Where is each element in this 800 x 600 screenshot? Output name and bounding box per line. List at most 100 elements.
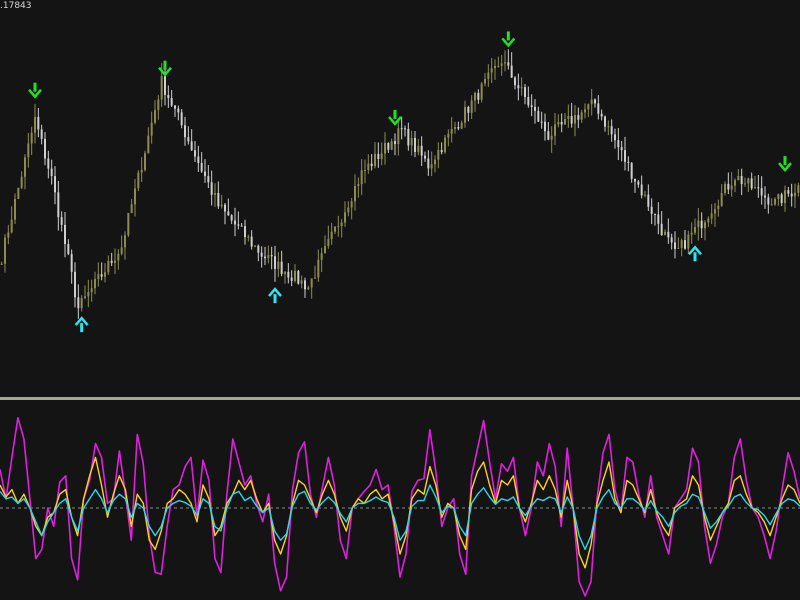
price-chart[interactable]: [0, 0, 800, 600]
price-bar-body: [7, 232, 10, 238]
price-bar-body: [227, 211, 230, 216]
price-bar-body: [74, 271, 76, 298]
price-bar-body: [617, 140, 620, 148]
price-bar-body: [270, 255, 273, 257]
price-bar-body: [50, 168, 53, 176]
price-bar-body: [467, 106, 470, 113]
price-bar-body: [724, 183, 726, 194]
price-bar-body: [657, 214, 660, 224]
price-bar-body: [647, 194, 650, 207]
price-bar-body: [260, 252, 263, 257]
price-bar-body: [474, 92, 476, 101]
price-bar-body: [20, 176, 23, 188]
price-bar-body: [547, 131, 550, 140]
price-bar-body: [667, 231, 670, 238]
price-bar-body: [230, 215, 233, 221]
price-bar-body: [487, 72, 490, 80]
price-bar-body: [694, 227, 696, 233]
price-bar-body: [310, 278, 313, 288]
price-bar-body: [297, 270, 300, 284]
price-bar-body: [627, 161, 630, 163]
price-bar-body: [570, 116, 573, 124]
price-bar-body: [790, 193, 793, 197]
price-bar-body: [190, 141, 193, 151]
price-bar-body: [554, 124, 556, 136]
price-bar-body: [540, 121, 543, 123]
price-bar-body: [330, 231, 333, 240]
price-bar-body: [47, 158, 50, 169]
price-bar-body: [500, 63, 503, 66]
price-bar-body: [404, 128, 406, 130]
price-bar-body: [600, 113, 603, 117]
price-bar-body: [354, 185, 356, 202]
price-bar-body: [564, 119, 566, 125]
price-bar-body: [580, 112, 583, 120]
price-bar-body: [154, 110, 156, 123]
price-bar-body: [490, 68, 493, 73]
price-bar-body: [134, 188, 136, 205]
price-bar-body: [244, 226, 246, 238]
price-bar-body: [140, 169, 143, 173]
price-bar-body: [357, 184, 360, 186]
price-bar-body: [64, 224, 66, 245]
price-bar-body: [180, 112, 183, 126]
price-bar-body: [750, 178, 753, 189]
price-bar-body: [524, 87, 526, 98]
price-bar-body: [0, 263, 3, 265]
price-bar-body: [534, 106, 536, 111]
price-bar-body: [234, 220, 236, 225]
price-bar-body: [370, 163, 373, 167]
price-bar-body: [224, 204, 226, 212]
price-bar-body: [117, 253, 120, 261]
price-bar-body: [507, 62, 510, 66]
price-bar-body: [424, 155, 426, 159]
price-bar-body: [147, 135, 150, 154]
price-bar-body: [57, 192, 60, 218]
price-bar-body: [680, 240, 683, 248]
price-bar-body: [784, 190, 786, 204]
price-bar-body: [777, 194, 780, 199]
price-bar-body: [110, 260, 113, 263]
price-bar-body: [537, 110, 540, 122]
price-bar-body: [670, 237, 673, 243]
price-bar-body: [527, 97, 530, 106]
price-bar-body: [247, 236, 250, 238]
price-bar-body: [414, 137, 416, 152]
price-bar-body: [204, 171, 206, 177]
price-bar-body: [60, 217, 63, 225]
price-bar-body: [734, 180, 736, 186]
price-bar-body: [360, 170, 363, 185]
price-bar-body: [100, 274, 103, 277]
price-bar-body: [257, 245, 260, 253]
price-bar-body: [267, 255, 270, 259]
price-bar-body: [44, 138, 46, 159]
price-bar-body: [187, 137, 190, 142]
price-bar-body: [450, 128, 453, 134]
price-bar-body: [504, 62, 506, 64]
price-bar-body: [240, 225, 243, 227]
price-bar-body: [337, 226, 340, 228]
price-bar-body: [207, 176, 210, 183]
price-bar-body: [710, 213, 713, 219]
price-bar-body: [574, 115, 576, 124]
price-bar-body: [250, 236, 253, 247]
price-bar-body: [660, 223, 663, 235]
price-bar-body: [367, 163, 370, 170]
price-bar-body: [107, 260, 110, 273]
price-bar-body: [497, 65, 500, 67]
price-bar-body: [314, 277, 316, 279]
price-bar-body: [700, 220, 703, 229]
panel-divider[interactable]: [0, 397, 800, 400]
price-bar-body: [480, 83, 483, 100]
price-bar-body: [684, 240, 686, 249]
price-bar-body: [614, 134, 616, 141]
price-bar-body: [34, 116, 36, 133]
price-bar-body: [300, 280, 303, 284]
price-bar-body: [127, 212, 130, 236]
price-bar-body: [94, 278, 96, 289]
price-bar-body: [14, 198, 16, 220]
price-bar-body: [774, 198, 776, 205]
price-bar-body: [560, 121, 563, 125]
price-bar-body: [194, 150, 196, 157]
price-bar-body: [347, 207, 350, 213]
